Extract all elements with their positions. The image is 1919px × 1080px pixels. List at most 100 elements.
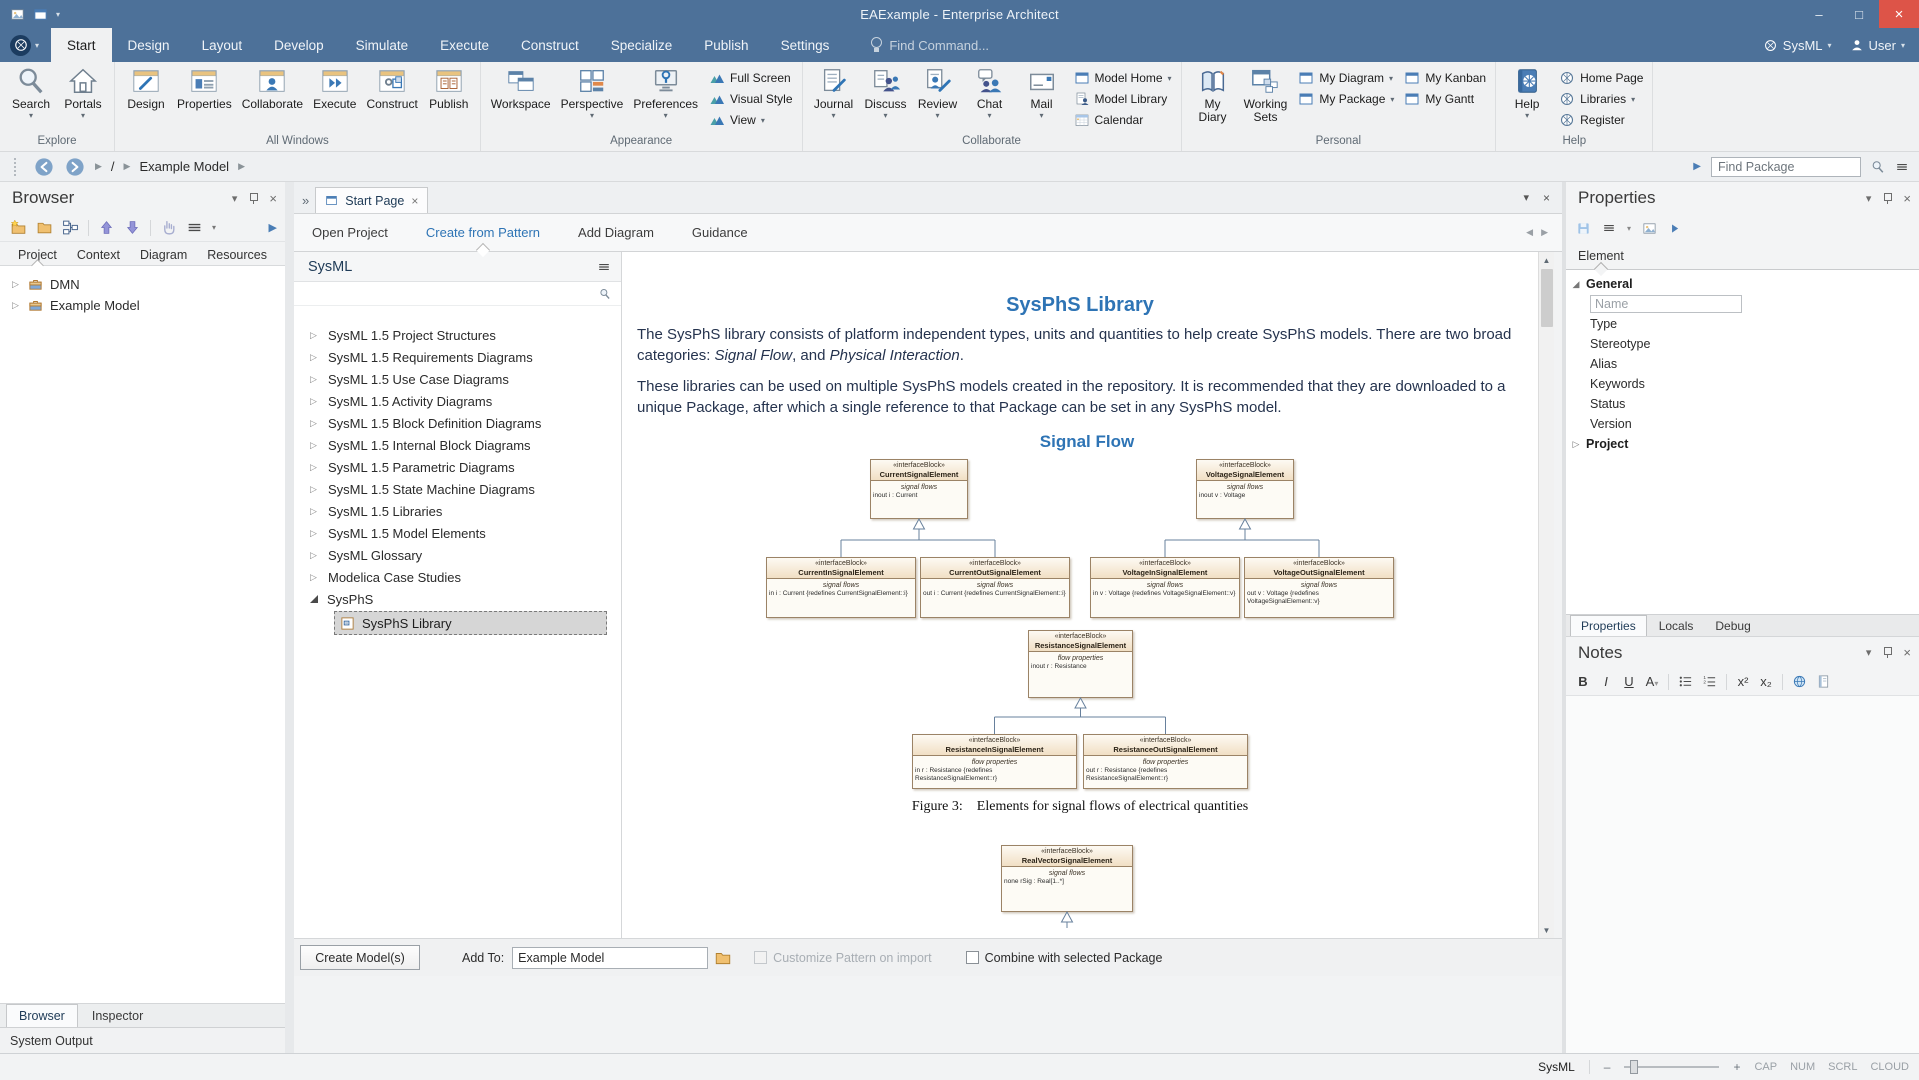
expand-icon[interactable]: ▷ xyxy=(310,462,319,473)
expand-arrow-icon[interactable]: ▶ xyxy=(269,221,277,234)
ribbon-button-chat[interactable]: Chat▾ xyxy=(964,64,1016,120)
expand-icon[interactable]: ▷ xyxy=(310,440,319,451)
pattern-item-sysphs[interactable]: SysPhS xyxy=(294,588,621,610)
expand-icon[interactable]: ▷ xyxy=(310,418,319,429)
pattern-item-sysml-1-5-use-case-diagrams[interactable]: ▷SysML 1.5 Use Case Diagrams xyxy=(294,368,621,390)
expand-icon[interactable]: ▷ xyxy=(310,352,319,363)
prop-row-version[interactable]: Version xyxy=(1566,414,1919,434)
ribbon-tab-specialize[interactable]: Specialize xyxy=(595,28,689,62)
pattern-item-sysml-glossary[interactable]: ▷SysML Glossary xyxy=(294,544,621,566)
tab-list-icon[interactable]: » xyxy=(300,193,315,213)
arrow-down-icon[interactable] xyxy=(124,219,141,236)
panel-tab-browser[interactable]: Browser xyxy=(6,1004,78,1027)
pattern-item-sysml-1-5-block-definition-diagrams[interactable]: ▷SysML 1.5 Block Definition Diagrams xyxy=(294,412,621,434)
expand-icon[interactable]: ▷ xyxy=(310,528,319,539)
close-icon[interactable]: × xyxy=(1543,191,1550,205)
element-tab[interactable]: Element xyxy=(1566,242,1919,270)
collapse-icon[interactable] xyxy=(310,595,318,603)
chevron-down-icon[interactable]: ▾ xyxy=(56,10,60,19)
ribbon-button-execute[interactable]: Execute xyxy=(308,64,361,120)
menu-icon[interactable] xyxy=(597,260,611,274)
pin-icon[interactable] xyxy=(1883,193,1891,204)
breadcrumb-root[interactable]: / xyxy=(111,159,115,174)
bold-button[interactable]: B xyxy=(1576,674,1590,689)
startpage-nav-guidance[interactable]: Guidance xyxy=(690,215,750,250)
tab-start-page[interactable]: Start Page × xyxy=(315,187,428,213)
pattern-item-sysml-1-5-parametric-diagrams[interactable]: ▷SysML 1.5 Parametric Diagrams xyxy=(294,456,621,478)
scrollbar-thumb[interactable] xyxy=(1541,269,1553,327)
ribbon-button-journal[interactable]: Journal▾ xyxy=(808,64,860,120)
forward-button[interactable] xyxy=(64,156,86,178)
ribbon-button-preferences[interactable]: Preferences▾ xyxy=(628,64,703,120)
status-indicator-scrl[interactable]: SCRL xyxy=(1828,1061,1857,1073)
ribbon-tab-construct[interactable]: Construct xyxy=(505,28,595,62)
app-menu-button[interactable]: ▾ xyxy=(0,28,51,62)
startpage-nav-create-from-pattern[interactable]: Create from Pattern xyxy=(424,215,542,250)
ribbon-button-calendar[interactable]: Calendar xyxy=(1074,111,1172,129)
close-icon[interactable]: × xyxy=(269,191,277,206)
pattern-item-sysml-1-5-activity-diagrams[interactable]: ▷SysML 1.5 Activity Diagrams xyxy=(294,390,621,412)
pin-icon[interactable] xyxy=(1883,647,1891,658)
hyperlink-button[interactable] xyxy=(1792,674,1807,689)
ribbon-tab-simulate[interactable]: Simulate xyxy=(340,28,425,62)
ribbon-button-review[interactable]: Review▾ xyxy=(912,64,964,120)
user-menu[interactable]: User ▾ xyxy=(1850,38,1905,53)
system-output-panel[interactable]: System Output xyxy=(0,1027,285,1053)
uml-block-voltageoutsignalelement[interactable]: «interfaceBlock»VoltageOutSignalElements… xyxy=(1244,557,1394,618)
chevron-down-icon[interactable]: ▾ xyxy=(212,223,216,232)
subscript-button[interactable]: x₂ xyxy=(1759,674,1773,689)
browse-folder-button[interactable] xyxy=(714,949,732,967)
pattern-item-sysml-1-5-requirements-diagrams[interactable]: ▷SysML 1.5 Requirements Diagrams xyxy=(294,346,621,368)
chevron-down-icon[interactable]: ▾ xyxy=(1866,646,1872,659)
search-icon[interactable] xyxy=(1871,160,1885,174)
window-icon[interactable] xyxy=(33,7,48,22)
menu-icon[interactable] xyxy=(186,219,203,236)
ribbon-button-my-package[interactable]: My Package▾ xyxy=(1298,90,1394,108)
pattern-search[interactable] xyxy=(294,282,621,306)
close-icon[interactable]: × xyxy=(1903,191,1911,206)
uml-block-currentsignalelement[interactable]: «interfaceBlock»CurrentSignalElementsign… xyxy=(870,459,968,519)
chevron-down-icon[interactable]: ▾ xyxy=(1523,191,1529,205)
close-tab-icon[interactable]: × xyxy=(411,194,418,208)
image-icon[interactable] xyxy=(1642,221,1657,236)
ribbon-button-workspace[interactable]: Workspace xyxy=(486,64,556,120)
pattern-item-modelica-case-studies[interactable]: ▷Modelica Case Studies xyxy=(294,566,621,588)
perspective-selector[interactable]: SysML ▾ xyxy=(1763,38,1832,53)
uml-block-currentoutsignalelement[interactable]: «interfaceBlock»CurrentOutSignalElements… xyxy=(920,557,1070,618)
underline-button[interactable]: U xyxy=(1622,674,1636,689)
uml-block-resistanceoutsignalelement[interactable]: «interfaceBlock»ResistanceOutSignalEleme… xyxy=(1083,734,1248,789)
arrow-up-icon[interactable] xyxy=(98,219,115,236)
ribbon-button-search[interactable]: Search▾ xyxy=(5,64,57,120)
properties-tab-locals[interactable]: Locals xyxy=(1649,615,1704,636)
ribbon-tab-design[interactable]: Design xyxy=(112,28,186,62)
panel-tab-inspector[interactable]: Inspector xyxy=(80,1004,155,1027)
ribbon-button-model-library[interactable]: Model Library xyxy=(1074,90,1172,108)
scroll-right-icon[interactable]: ▶ xyxy=(1541,227,1548,238)
maximize-button[interactable]: □ xyxy=(1839,0,1879,28)
uml-block-voltagesignalelement[interactable]: «interfaceBlock»VoltageSignalElementsign… xyxy=(1196,459,1294,519)
tree-item-dmn[interactable]: ▷DMN xyxy=(0,274,285,295)
add-to-input[interactable] xyxy=(512,947,708,969)
save-icon[interactable] xyxy=(1576,221,1591,236)
ribbon-button-libraries[interactable]: Libraries▾ xyxy=(1559,90,1643,108)
image-icon[interactable] xyxy=(10,7,25,22)
chevron-down-icon[interactable]: ▾ xyxy=(232,192,238,205)
ribbon-button-my-gantt[interactable]: My Gantt xyxy=(1404,90,1486,108)
ribbon-button-portals[interactable]: Portals▾ xyxy=(57,64,109,120)
scroll-down-icon[interactable]: ▼ xyxy=(1539,922,1555,938)
find-command[interactable]: Find Command... xyxy=(871,28,989,62)
ribbon-tab-start[interactable]: Start xyxy=(51,28,112,62)
ribbon-tab-develop[interactable]: Develop xyxy=(258,28,340,62)
expand-icon[interactable]: ▷ xyxy=(310,396,319,407)
uml-block-resistancesignalelement[interactable]: «interfaceBlock»ResistanceSignalElementf… xyxy=(1028,630,1133,698)
expand-icon[interactable]: ▷ xyxy=(310,374,319,385)
tree-item-example-model[interactable]: ▷Example Model xyxy=(0,295,285,316)
combine-package-checkbox[interactable]: Combine with selected Package xyxy=(966,951,1163,965)
ribbon-button-working-sets[interactable]: Working Sets xyxy=(1239,64,1293,133)
pattern-item-sysml-1-5-model-elements[interactable]: ▷SysML 1.5 Model Elements xyxy=(294,522,621,544)
diagram-tree-icon[interactable] xyxy=(62,219,79,236)
breadcrumb-item[interactable]: Example Model xyxy=(139,159,229,174)
ribbon-tab-layout[interactable]: Layout xyxy=(186,28,259,62)
prop-row-project[interactable]: ▷Project xyxy=(1566,434,1919,454)
drag-handle[interactable] xyxy=(14,158,18,176)
